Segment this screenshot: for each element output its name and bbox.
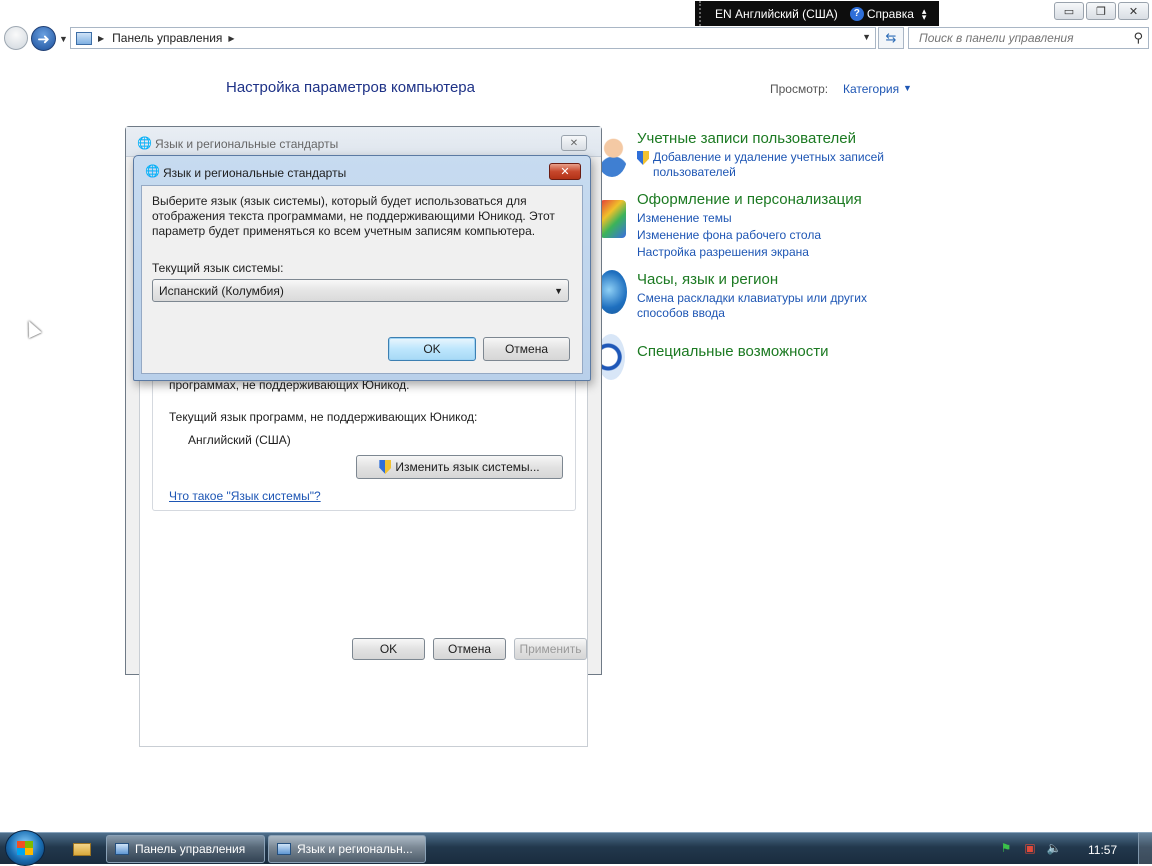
dialog-title: Язык и региональные стандарты [163,166,347,180]
taskbar-item-label: Язык и региональн... [297,842,413,856]
selected-locale: Испанский (Колумбия) [159,283,284,298]
uac-shield-icon [379,460,392,474]
globe-icon: 🌐 [145,164,160,178]
change-system-locale-button[interactable]: Изменить язык системы... [356,455,563,479]
help-button[interactable]: Справка [867,7,914,21]
action-center-flag-icon[interactable]: ⚑ [998,840,1014,856]
mouse-pointer-icon [22,317,42,339]
current-system-locale-label: Текущий язык системы: [152,261,284,275]
windows-logo-icon [17,841,33,855]
refresh-icon: ⇆ [885,30,897,45]
view-by-dropdown[interactable]: Категория [843,82,899,96]
minimize-button[interactable]: ▭ [1054,2,1084,20]
link-add-remove-accounts-cont[interactable]: пользователей [653,165,736,179]
taskbar-item-label: Панель управления [135,842,246,856]
appearance-icon[interactable] [600,200,626,238]
link-screen-resolution[interactable]: Настройка разрешения экрана [637,245,809,259]
cancel-button[interactable]: Отмена [433,638,506,660]
what-is-system-locale-link[interactable]: Что такое "Язык системы"? [169,489,321,503]
ok-button[interactable]: OK [388,337,476,361]
link-change-keyboards[interactable]: Смена раскладки клавиатуры или других [637,291,867,305]
link-add-remove-accounts[interactable]: Добавление и удаление учетных записей [653,150,884,164]
language-bar: EN Английский (США) ? Справка ▴ ▾ [695,1,939,26]
search-input[interactable] [917,30,1117,46]
forward-button[interactable]: ➜ [31,26,56,51]
recent-pages-dropdown[interactable]: ▼ [59,34,68,44]
network-icon[interactable]: ▣ [1022,840,1038,856]
folder-icon [73,842,91,856]
globe-icon: 🌐 [137,136,152,150]
search-icon[interactable]: ⚲ [1133,30,1143,46]
breadcrumb-control-panel[interactable]: Панель управления [112,31,222,45]
volume-muted-icon[interactable]: 🔈 [1046,840,1062,856]
ok-button[interactable]: OK [352,638,425,660]
refresh-button[interactable]: ⇆ [878,27,904,49]
chevron-down-icon[interactable]: ▼ [903,83,912,93]
address-dropdown-icon[interactable]: ▼ [862,32,871,42]
apply-button[interactable]: Применить [514,638,587,660]
clock[interactable]: 11:57 [1088,843,1117,857]
dialog-client-area: Выберите язык (язык системы), который бу… [141,185,583,374]
breadcrumb-separator-icon[interactable]: ▶ [98,34,104,43]
link-change-background[interactable]: Изменение фона рабочего стола [637,228,821,242]
taskbar-item-control-panel[interactable]: Панель управления [106,835,265,863]
show-desktop-button[interactable] [1138,833,1152,864]
link-change-keyboards-cont[interactable]: способов ввода [637,306,725,320]
system-locale-description: Выберите язык (язык системы), который бу… [152,194,555,238]
address-bar[interactable]: ▶ Панель управления ▶ ▼ [70,27,876,49]
close-button[interactable]: ✕ [1118,2,1149,20]
search-box[interactable]: ⚲ [908,27,1149,49]
category-user-accounts[interactable]: Учетные записи пользователей [637,130,856,147]
forward-arrow-icon: ➜ [37,30,50,48]
globe-icon [277,843,291,855]
breadcrumb-separator-icon[interactable]: ▶ [228,34,234,43]
uac-shield-icon [637,151,649,168]
system-locale-select[interactable]: Испанский (Колумбия) ▼ [152,279,569,302]
page-title: Настройка параметров компьютера [226,79,475,96]
back-button[interactable] [4,26,28,50]
cancel-button[interactable]: Отмена [483,337,570,361]
current-language-label: Текущий язык программ, не поддерживающих… [169,410,478,424]
close-button[interactable]: ✕ [561,135,587,151]
dialog-titlebar[interactable]: 🌐 Язык и региональные стандарты [134,156,590,185]
control-panel-icon [76,31,92,45]
category-clock-language-region[interactable]: Часы, язык и регион [637,271,778,288]
current-language-value: Английский (США) [188,433,291,447]
control-panel-icon [115,843,129,855]
dialog-titlebar[interactable]: 🌐 Язык и региональные стандарты ✕ [126,127,601,157]
language-bar-grip[interactable] [699,1,707,26]
dialog-title: Язык и региональные стандарты [155,137,339,151]
maximize-button[interactable]: ❐ [1086,2,1116,20]
system-locale-dialog: 🌐 Язык и региональные стандарты ✕ Выбери… [133,155,591,381]
language-bar-options-icon[interactable]: ▴ ▾ [922,6,927,21]
chevron-down-icon[interactable]: ▼ [554,286,563,296]
explorer-pinned-button[interactable] [66,836,98,862]
input-language-indicator[interactable]: EN Английский (США) [715,7,838,21]
taskbar-item-region-language[interactable]: Язык и региональн... [268,835,426,863]
close-button[interactable]: ✕ [549,163,581,180]
link-change-theme[interactable]: Изменение темы [637,211,732,225]
start-button[interactable] [5,830,45,866]
help-icon[interactable]: ? [849,6,864,21]
category-appearance[interactable]: Оформление и персонализация [637,191,862,208]
view-by-label: Просмотр: [770,82,829,96]
change-system-locale-label: Изменить язык системы... [395,460,540,474]
category-ease-of-access[interactable]: Специальные возможности [637,343,829,360]
